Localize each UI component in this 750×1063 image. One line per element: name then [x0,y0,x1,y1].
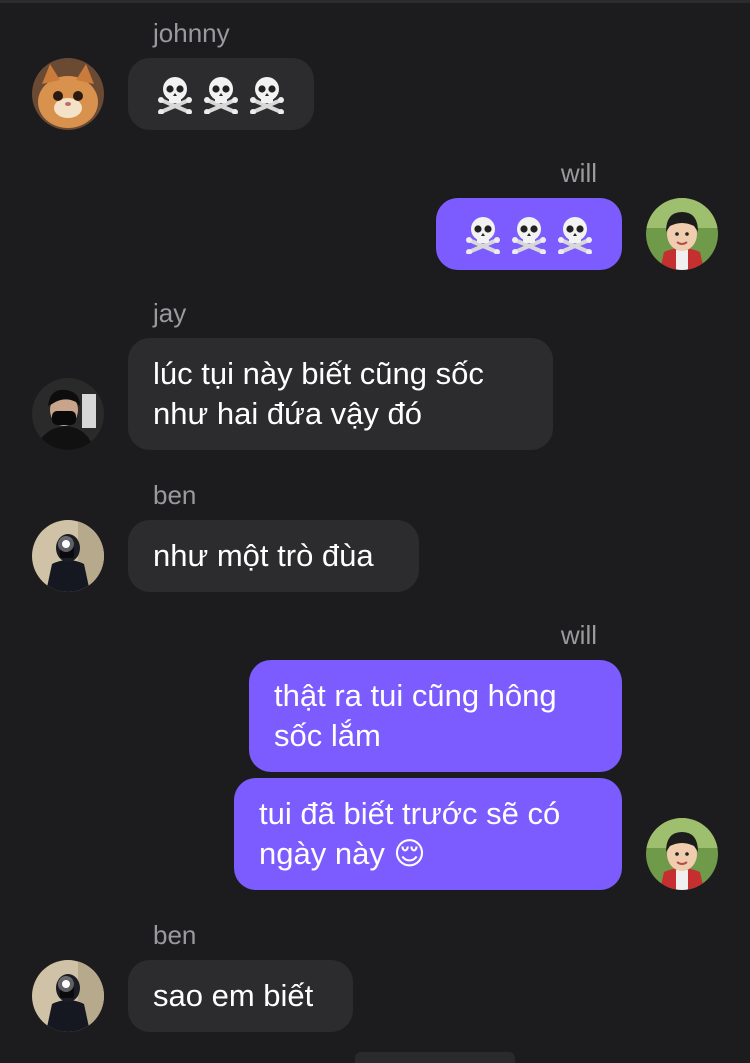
message-bubble[interactable]: thật ra tui cũng hông sốc lắm [249,660,622,772]
message-text: lúc tụi này biết cũng sốc [153,356,484,391]
skull-crossbones-icon [158,77,192,114]
message-text: sốc lắm [274,718,381,753]
sender-name: jay [153,298,187,328]
skull-crossbones-icon [204,77,238,114]
sender-name: will [560,158,597,188]
sender-name: ben [153,920,197,950]
avatar-ben[interactable] [32,960,104,1032]
message-text: tui đã biết trước sẽ có [259,796,561,831]
sender-name: johnny [153,18,230,48]
avatar-will[interactable] [646,198,718,270]
avatar-jay[interactable] [32,378,104,450]
skull-crossbones-icon [250,77,284,114]
message-text: như hai đứa vậy đó [153,396,423,431]
message-text: thật ra tui cũng hông [274,678,557,713]
message-text: ngày này 😌 [259,836,426,871]
message-text: sao em biết [153,978,314,1013]
partial-element-below [355,1052,515,1063]
skull-crossbones-icon [466,217,500,254]
message-text: như một trò đùa [153,538,374,573]
sender-name: ben [153,480,197,510]
sender-name: will [560,620,597,650]
message-bubble[interactable]: như một trò đùa [128,520,419,592]
message-bubble[interactable]: sao em biết [128,960,353,1032]
avatar-ben[interactable] [32,520,104,592]
message-bubble[interactable]: tui đã biết trước sẽ có ngày này 😌 [234,778,622,890]
message-bubble[interactable] [436,198,622,270]
skull-crossbones-icon [512,217,546,254]
top-divider [0,0,750,3]
avatar-johnny[interactable] [32,58,104,130]
skull-crossbones-icon [558,217,592,254]
avatar-will[interactable] [646,818,718,890]
message-bubble[interactable]: lúc tụi này biết cũng sốc như hai đứa vậ… [128,338,553,450]
message-bubble[interactable] [128,58,314,130]
